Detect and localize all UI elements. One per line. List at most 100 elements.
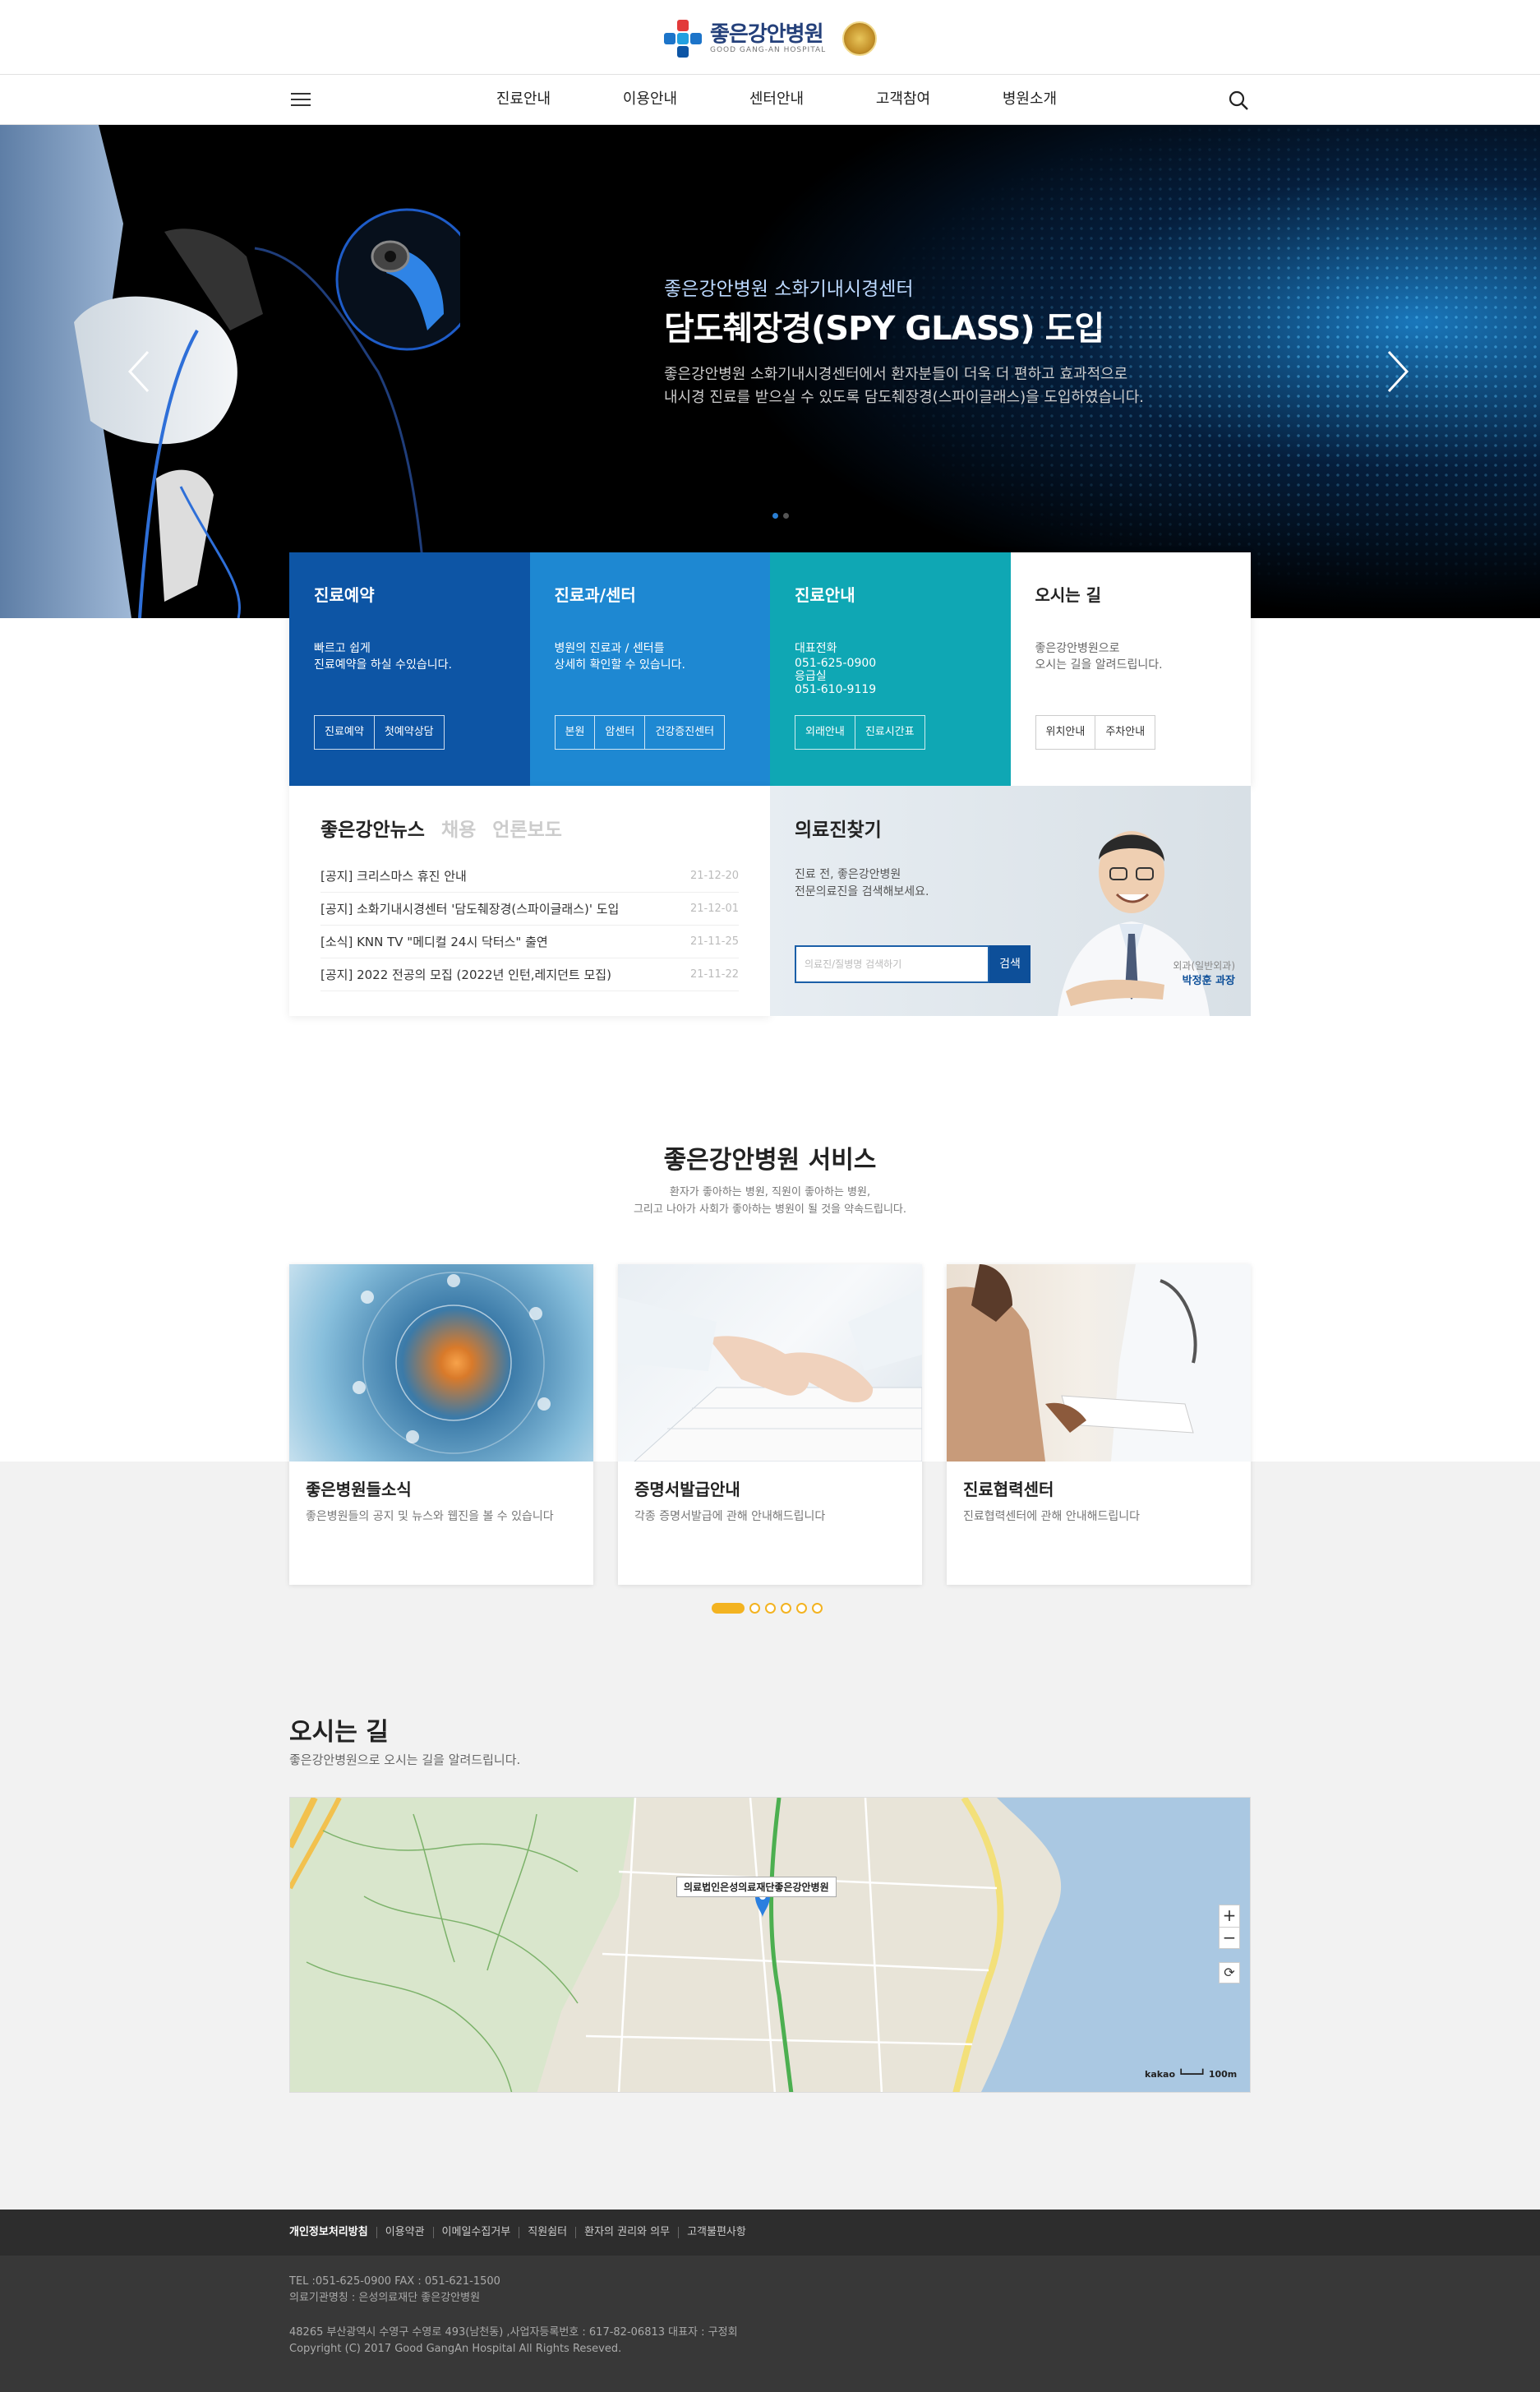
hero-subtitle: 좋은강안병원 소화기내시경센터 [664, 279, 914, 300]
chevron-right-icon[interactable] [1381, 347, 1413, 396]
hero-dot[interactable] [772, 513, 778, 519]
doctor-caption: 외과(일반외과) 박정훈 과장 [1173, 960, 1235, 987]
service-card-news[interactable]: 좋은병원들소식 좋은병원들의 공지 및 뉴스와 웹진을 볼 수 있습니다 [289, 1264, 593, 1585]
hamburger-menu-icon[interactable] [291, 93, 311, 108]
logo-mark-icon [664, 20, 705, 58]
news-panel: 좋은강안뉴스 채용 언론보도 [공지] 크리스마스 휴진 안내 21-12-20 … [289, 786, 770, 1016]
footer-address: 48265 부산광역시 수영구 수영로 493(남천동) ,사업자등록번호 : … [289, 2326, 738, 2339]
location-description: 좋은강안병원으로 오시는 길을 알려드립니다. [289, 1752, 521, 1767]
quick-box-directions: 오시는 길 좋은강안병원으로 오시는 길을 알려드립니다. 위치안내 주차안내 [1010, 552, 1251, 786]
footer: TEL :051-625-0900 FAX : 051-621-1500 의료기… [0, 2256, 1540, 2392]
first-consult-button[interactable]: 첫예약상담 [374, 715, 445, 750]
quick-box-title: 진료과/센터 [554, 585, 636, 605]
service-card-title: 좋은병원들소식 [306, 1480, 412, 1499]
footer-link-terms[interactable]: 이용약관 [376, 2227, 433, 2238]
quick-box-title: 오시는 길 [1035, 585, 1102, 605]
pager-dot[interactable] [765, 1603, 776, 1614]
zoom-in-icon[interactable]: + [1220, 1905, 1239, 1927]
doctor-search-title: 의료진찾기 [795, 820, 882, 841]
award-seal-icon [842, 21, 878, 56]
pager-dot[interactable] [812, 1603, 823, 1614]
service-card-desc: 각종 증명서발급에 관해 안내해드립니다 [634, 1510, 826, 1523]
map-zoom-control: + − [1219, 1905, 1240, 1949]
chevron-left-icon[interactable] [123, 347, 156, 396]
main-phone: 051-625-0900 [795, 657, 877, 670]
outpatient-button[interactable]: 외래안내 [795, 715, 855, 750]
footer-org: 의료기관명칭 : 은성의료재단 좋은강안병원 [289, 2292, 481, 2304]
service-card-cooperation[interactable]: 진료협력센터 진료협력센터에 관해 안내해드립니다 [947, 1264, 1251, 1585]
search-icon[interactable] [1228, 90, 1249, 111]
tab-news[interactable]: 좋은강안뉴스 [320, 814, 425, 842]
services-description: 환자가 좋아하는 병원, 직원이 좋아하는 병원, 그리고 나아가 사회가 좋아… [633, 1186, 907, 1216]
hero-pagination [772, 513, 789, 519]
header: 좋은강안병원 GOOD GANG-AN HOSPITAL 진료안내 이용안내 센… [0, 0, 1540, 125]
hero-dot[interactable] [783, 513, 789, 519]
map-attribution: kakao ┗━━━┛ 100m [1145, 2069, 1238, 2080]
nav-item-center-info[interactable]: 센터안내 [713, 75, 840, 124]
service-image-digital-health [289, 1264, 593, 1462]
quick-box-departments: 진료과/센터 병원의 진료과 / 센터를 상세히 확인할 수 있습니다. 본원 … [529, 552, 770, 786]
doctor-search-panel: 의료진찾기 진료 전, 좋은강안병원 전문의료진을 검색해보세요. 의료진/질병명… [770, 786, 1251, 1016]
service-card-certificate[interactable]: 증명서발급안내 각종 증명서발급에 관해 안내해드립니다 [618, 1264, 922, 1585]
main-navigation: 진료안내 이용안내 센터안내 고객참여 병원소개 [0, 74, 1540, 125]
nav-item-usage-info[interactable]: 이용안내 [587, 75, 713, 124]
pager-dot[interactable] [749, 1603, 760, 1614]
endoscope-illustration [0, 125, 460, 618]
location-title: 오시는 길 [289, 1718, 389, 1747]
pager-dot[interactable] [781, 1603, 791, 1614]
list-item[interactable]: [공지] 소화기내시경센터 '담도췌장경(스파이글래스)' 도입 21-12-01 [320, 893, 739, 926]
service-card-title: 증명서발급안내 [634, 1480, 740, 1499]
location-button[interactable]: 위치안내 [1035, 715, 1096, 750]
health-center-button[interactable]: 건강증진센터 [645, 715, 726, 750]
quick-box-title: 진료예약 [314, 585, 375, 605]
main-hospital-button[interactable]: 본원 [554, 715, 596, 750]
pager-dot[interactable] [796, 1603, 807, 1614]
service-card-title: 진료협력센터 [963, 1480, 1054, 1499]
cancer-center-button[interactable]: 암센터 [595, 715, 646, 750]
parking-button[interactable]: 주차안내 [1095, 715, 1156, 750]
service-cards: 좋은병원들소식 좋은병원들의 공지 및 뉴스와 웹진을 볼 수 있습니다 증명서… [289, 1264, 1251, 1585]
map-reset-icon[interactable]: ⟳ [1219, 1962, 1240, 1983]
zoom-out-icon[interactable]: − [1220, 1927, 1239, 1948]
list-item[interactable]: [소식] KNN TV "메디컬 24시 닥터스" 출연 21-11-25 [320, 926, 739, 958]
quick-box-contact: 진료안내 대표전화 051-625-0900 응급실 051-610-9119 … [770, 552, 1011, 786]
emergency-phone: 051-610-9119 [795, 683, 877, 696]
footer-link-rights[interactable]: 환자의 권리와 의무 [575, 2227, 678, 2238]
hero-description: 좋은강안병원 소화기내시경센터에서 환자분들이 더욱 더 편하고 효과적으로 내… [664, 366, 1145, 406]
nav-item-customer[interactable]: 고객참여 [840, 75, 966, 124]
doctor-name: 박정훈 과장 [1182, 975, 1235, 987]
nav-item-about[interactable]: 병원소개 [966, 75, 1093, 124]
quick-box-title: 진료안내 [795, 585, 855, 605]
list-item[interactable]: [공지] 2022 전공의 모집 (2022년 인턴,레지던트 모집) 21-11… [320, 958, 739, 991]
footer-link-email[interactable]: 이메일수집거부 [432, 2227, 519, 2238]
footer-link-staff[interactable]: 직원쉼터 [519, 2227, 575, 2238]
service-image-keyboard [618, 1264, 922, 1462]
footer-copyright: Copyright (C) 2017 Good GangAn Hospital … [289, 2343, 622, 2355]
services-title: 좋은강안병원 서비스 [663, 1146, 877, 1175]
logo[interactable]: 좋은강안병원 GOOD GANG-AN HOSPITAL [664, 18, 878, 59]
reservation-button[interactable]: 진료예약 [314, 715, 375, 750]
location-map[interactable]: 의료법인은성의료재단좋은강안병원 + − ⟳ kakao ┗━━━┛ 100m [289, 1797, 1251, 2093]
logo-subtitle: GOOD GANG-AN HOSPITAL [710, 46, 827, 54]
nav-item-medical-info[interactable]: 진료안내 [460, 75, 587, 124]
hero-title: 담도췌장경(SPY GLASS) 도입 [664, 310, 1104, 348]
service-card-desc: 좋은병원들의 공지 및 뉴스와 웹진을 볼 수 있습니다 [306, 1510, 554, 1523]
logo-title: 좋은강안병원 [710, 22, 824, 47]
schedule-button[interactable]: 진료시간표 [855, 715, 925, 750]
footer-link-privacy[interactable]: 개인정보처리방침 [289, 2227, 376, 2238]
service-card-desc: 진료협력센터에 관해 안내해드립니다 [963, 1510, 1140, 1523]
footer-link-complaint[interactable]: 고객불편사항 [678, 2227, 754, 2238]
pager-dot[interactable] [712, 1603, 745, 1614]
service-pagination [712, 1603, 823, 1614]
map-marker-label: 의료법인은성의료재단좋은강안병원 [676, 1877, 837, 1897]
quick-menu: 진료예약 빠르고 쉽게 진료예약을 하실 수있습니다. 진료예약 첫예약상담 진… [289, 552, 1251, 786]
doctor-search-input[interactable]: 의료진/질병명 검색하기 [795, 945, 989, 983]
service-image-consultation [947, 1264, 1251, 1462]
footer-links: 개인정보처리방침 이용약관 이메일수집거부 직원쉼터 환자의 권리와 의무 고객… [0, 2210, 1540, 2256]
quick-box-reservation: 진료예약 빠르고 쉽게 진료예약을 하실 수있습니다. 진료예약 첫예약상담 [289, 552, 530, 786]
tab-press[interactable]: 언론보도 [492, 814, 562, 842]
map-canvas [290, 1798, 1250, 2092]
tab-recruit[interactable]: 채용 [441, 814, 476, 842]
list-item[interactable]: [공지] 크리스마스 휴진 안내 21-12-20 [320, 860, 739, 893]
hero-slider: 좋은강안병원 소화기내시경센터 담도췌장경(SPY GLASS) 도입 좋은강안… [0, 125, 1540, 618]
